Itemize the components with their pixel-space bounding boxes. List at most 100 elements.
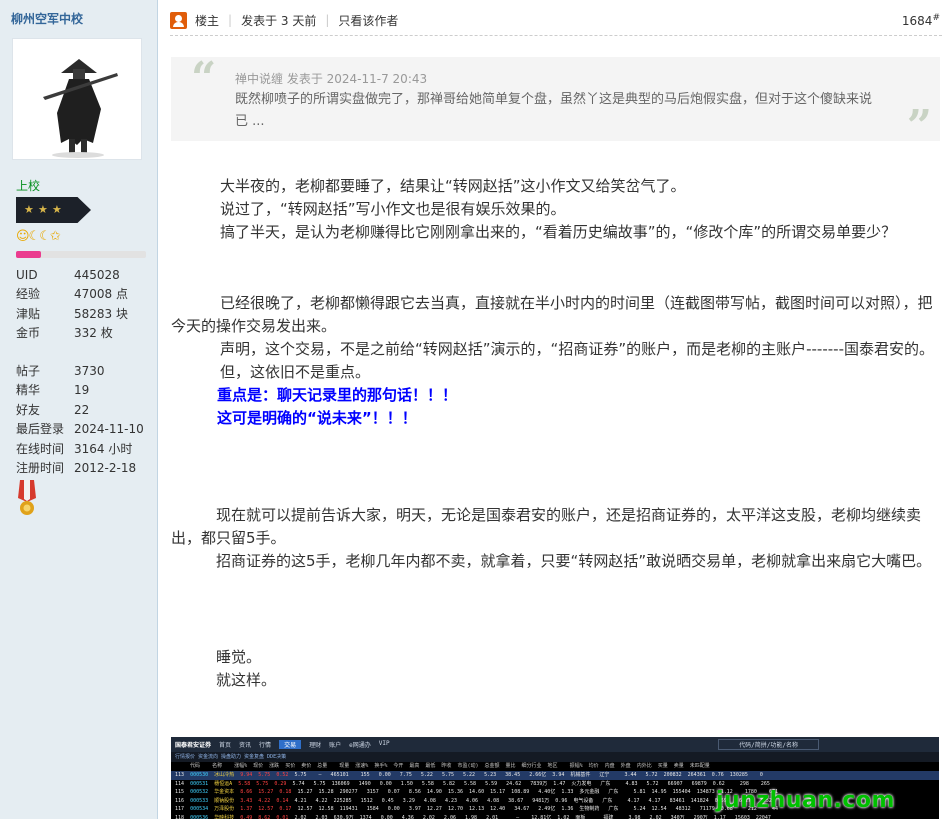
stat-row: 金币 332 枚 [16,324,152,343]
stat-value[interactable]: 3730 [74,362,105,381]
quote-table-row: 118 000536 华映科技 0.49 8.62 0.01 2.02 2.03… [171,814,939,819]
cell-rest: 12.57 12.58 119431 1584 0.00 3.97 12.27 … [297,806,778,812]
post-time: 发表于 3 天前 [241,13,317,28]
user-name-link[interactable]: 柳州空军中校 [11,10,83,27]
stat-value[interactable]: 19 [74,381,89,400]
cell-code: 000530 [190,772,209,778]
trading-subtabs: 行情报价 资金流向 操盘助力 资金复盘 DDE决策 [171,752,939,762]
cell-pct: 9.94 [240,772,253,778]
stat-value[interactable]: 58283 块 [74,305,128,324]
body-paragraph: 就这样。 [216,671,277,689]
cell-code: 000531 [190,780,209,787]
trading-tab: 首页 [219,742,232,749]
avatar-samurai-image [13,39,141,159]
cell-pct: 1.37 [240,806,253,812]
author-badge-icon [170,11,187,29]
post-body-section-4: 睡觉。 就这样。 [171,646,941,692]
rank-insignia-icon: ★ ★ ★ [16,197,91,223]
stat-row: 在线时间 3164 小时 [16,440,152,459]
trading-tab: 账户 [329,742,342,749]
floor-number-sup: # [932,12,940,23]
cell-chg: 0.17 [279,806,292,812]
stat-label: 注册时间 [16,461,65,476]
floor-number: 1684 [901,13,933,28]
user-stats-group-1: UID 445028 经验 47008 点津贴 58283 块金币 332 枚 [16,266,152,344]
stat-label: 精华 [16,383,41,398]
body-paragraph: 已经很晚了，老柳都懒得跟它去当真，直接就在半小时内的时间里（连截图带写帖，截图时… [171,294,933,335]
stat-row: 好友 22 [16,401,152,420]
cell-n: 117 [175,806,185,812]
post-header: 楼主 | 发表于 3 天前 | 只看该作者 1684# [170,9,940,31]
body-paragraph: 睡觉。 [216,648,262,666]
cell-name: 万泽股份 [214,806,235,812]
body-paragraph: 搞了半天，是认为老柳赚得比它刚刚拿出来的，“看着历史编故事”的，“修改个库”的所… [220,223,897,241]
cell-name: 穗恒运A [214,780,233,787]
stat-label: UID [16,268,38,282]
stat-value[interactable]: 332 枚 [74,324,113,343]
floor-number-link[interactable]: 1684# [902,13,940,28]
upgrade-progress-fill [16,251,41,258]
body-paragraph: 说过了，“转网赵括”写小作文也是很有娱乐效果的。 [220,200,566,218]
stat-row: 精华 19 [16,381,152,400]
cell-chg: 0.52 [276,772,289,778]
trading-tab: 资讯 [239,742,252,749]
cell-chg: 0.18 [279,789,292,795]
stat-value[interactable]: 2024-11-10 [74,420,144,439]
stat-label: 最后登录 [16,422,65,437]
cell-n: 116 [175,797,185,804]
cell-px: 4.22 [258,797,271,804]
stat-value[interactable]: 22 [74,401,89,420]
quote-text[interactable]: 既然柳喷子的所谓实盘做完了，那禅哥给她简单复个盘，虽然丫这是典型的马后炮假实盘，… [235,89,875,133]
level-icons: ☺☾☾✩ [16,229,61,244]
avatar[interactable] [12,38,142,160]
medal-icon[interactable] [15,480,39,518]
emphasis-line: 这可是明确的“说未来”！！！ [217,409,417,427]
close-quote-icon: ” [906,101,932,152]
body-paragraph: 但，这依旧不是重点。 [220,363,371,381]
divider: | [325,13,330,27]
trading-search: 代码/简拼/功能/名称 [718,739,819,750]
stat-row: 经验 47008 点 [16,285,152,304]
stat-label: 经验 [16,287,41,302]
body-paragraph: 声明，这个交易，不是之前给“转网赵括”演示的，“招商证券”的账户，而是老柳的主账… [220,340,934,358]
trading-tab: 交易 [279,740,302,749]
cell-name: 华映科技 [214,814,235,819]
cell-px: 5.75 [256,780,269,787]
cell-n: 115 [175,789,185,795]
quote-meta: 禅中说缠 发表于 2024-11-7 20:43 [235,72,428,86]
cell-n: 114 [175,780,185,787]
stat-row: 最后登录 2024-11-10 [16,420,152,439]
cell-code: 000532 [190,789,209,795]
cell-pct: 3.43 [240,797,253,804]
stat-label: 好友 [16,402,41,417]
stat-value[interactable]: 47008 点 [74,285,128,304]
body-paragraph: 大半夜的，老柳都要睡了，结果让“转网赵括”这小作文又给笑岔气了。 [220,177,686,195]
trading-toolbar: 国泰君安证券 首页 资讯 行情 交易 理财 账户 e网通办 VIP 代码/简拼/功能/名称 [171,737,939,752]
stat-value[interactable]: 2012-2-18 [74,459,136,478]
stat-row: UID 445028 [16,266,152,285]
only-author-link[interactable]: 只看该作者 [338,12,398,29]
quote-table-row: 113 000530 冰山冷热 9.94 5.75 0.52 5.75 — 46… [171,771,939,780]
cell-rest: 5.75 — 465101 155 0.00 7.75 5.22 5.75 5.… [294,772,763,778]
trading-tab: 行情 [259,742,272,749]
stat-value[interactable]: 3164 小时 [74,440,132,459]
stat-label: 金币 [16,326,41,341]
trading-tab: e网通办 [349,742,371,749]
cell-px: 5.75 [258,772,271,778]
open-quote-icon: “ [191,53,217,104]
cell-px: 8.62 [258,814,271,819]
user-stats-group-2: 帖子 3730 精华 19 好友 22 最后登录 2024-11-10 在线时间 3164 小时注… [16,362,152,478]
role-label: 楼主 [195,13,220,28]
post-body-section-2: 已经很晚了，老柳都懒得跟它去当真，直接就在半小时内的时间里（连截图带写帖，截图时… [171,292,941,430]
stat-label: 帖子 [16,364,41,378]
quote-table-row: 114 000531 穗恒运A 5.58 5.75 0.29 5.74 5.75… [171,780,939,789]
cell-pct: 8.66 [240,789,253,795]
cell-n: 113 [175,772,185,778]
cell-name: 顺钠股份 [214,797,235,804]
stat-value[interactable]: 445028 [74,266,120,285]
trading-tab: VIP [378,740,390,747]
site-watermark: junzhuan.com [716,788,895,813]
cell-pct: 0.49 [240,814,253,819]
post-body-section-1: 大半夜的，老柳都要睡了，结果让“转网赵括”这小作文又给笑岔气了。 说过了，“转网… [171,175,941,244]
post-body-section-3: 现在就可以提前告诉大家，明天，无论是国泰君安的账户，还是招商证券的，太平洋这支股… [171,504,941,573]
